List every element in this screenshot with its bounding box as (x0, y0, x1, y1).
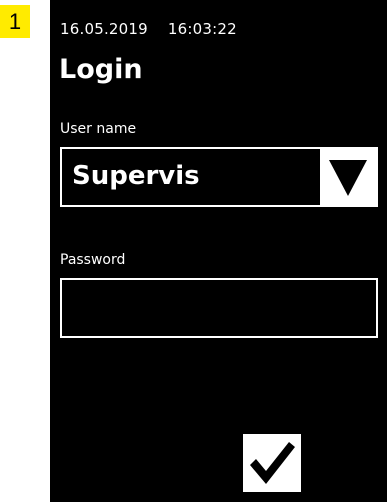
checkmark-icon (250, 442, 295, 484)
user-name-select[interactable]: Supervis (60, 147, 378, 207)
device-screen: 16.05.2019 16:03:22 Login User name Super… (50, 0, 387, 502)
status-date: 16.05.2019 (60, 20, 148, 38)
user-name-label: User name (60, 121, 137, 137)
status-bar: 16.05.2019 16:03:22 (60, 20, 237, 38)
confirm-button[interactable] (243, 434, 301, 492)
step-number-badge: 1 (0, 5, 30, 38)
user-name-value: Supervis (72, 161, 200, 191)
status-time: 16:03:22 (167, 20, 237, 38)
user-name-dropdown-button[interactable] (320, 149, 376, 205)
triangle-down-icon (329, 160, 367, 196)
password-field[interactable] (60, 278, 378, 338)
password-label: Password (60, 252, 126, 268)
page-title: Login (59, 54, 143, 85)
